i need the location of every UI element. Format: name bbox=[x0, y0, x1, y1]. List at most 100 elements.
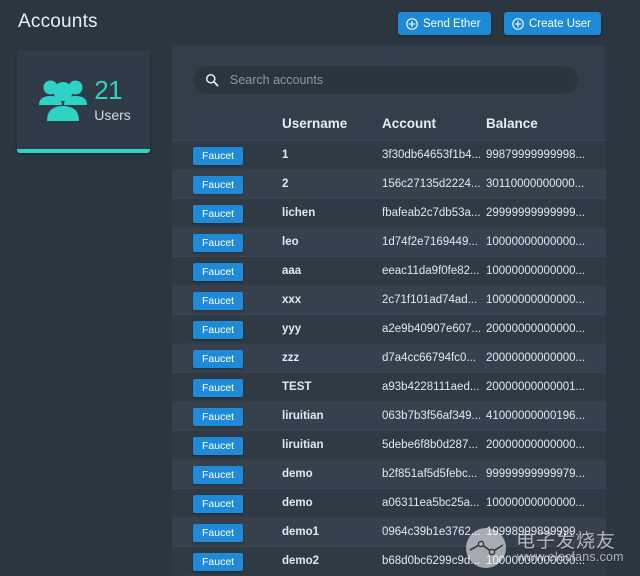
accounts-table: Username Account Balance Faucet 1 3f30db64… bbox=[172, 107, 606, 576]
table-row[interactable]: Faucet demo2 b68d0bc6299c9d... 100000000000… bbox=[172, 547, 606, 576]
cell-balance: 30110000000000... bbox=[486, 178, 585, 190]
cell-account: a06311ea5bc25a... bbox=[382, 497, 480, 509]
cell-username: demo bbox=[282, 497, 313, 509]
cell-username: 1 bbox=[282, 149, 289, 161]
faucet-button[interactable]: Faucet bbox=[193, 407, 244, 426]
users-stat-content: 21 Users bbox=[17, 50, 150, 149]
row-action-cell: Faucet bbox=[193, 407, 282, 426]
create-user-label: Create User bbox=[529, 17, 591, 30]
table-body: Faucet 1 3f30db64653f1b4... 99879999999998.… bbox=[172, 141, 606, 576]
cell-account: 0964c39b1e3762... bbox=[382, 526, 481, 538]
cell-account: fbafeab2c7db53a... bbox=[382, 207, 481, 219]
table-row[interactable]: Faucet leo 1d74f2e7169449... 10000000000000… bbox=[172, 228, 606, 257]
faucet-button[interactable]: Faucet bbox=[193, 262, 244, 281]
faucet-button[interactable]: Faucet bbox=[193, 523, 244, 542]
table-row[interactable]: Faucet lichen fbafeab2c7db53a... 2999999999… bbox=[172, 199, 606, 228]
faucet-button[interactable]: Faucet bbox=[193, 378, 244, 397]
row-action-cell: Faucet bbox=[193, 494, 282, 513]
search-input[interactable] bbox=[228, 72, 566, 88]
faucet-button[interactable]: Faucet bbox=[193, 291, 244, 310]
accounts-panel: Username Account Balance Faucet 1 3f30db64… bbox=[172, 45, 606, 576]
row-action-cell: Faucet bbox=[193, 465, 282, 484]
faucet-button[interactable]: Faucet bbox=[193, 233, 244, 252]
faucet-button[interactable]: Faucet bbox=[193, 494, 244, 513]
row-action-cell: Faucet bbox=[193, 349, 282, 368]
cell-balance: 10000000000000... bbox=[486, 294, 586, 306]
row-action-cell: Faucet bbox=[193, 262, 282, 281]
cell-balance: 10000000000000... bbox=[486, 555, 586, 567]
table-row[interactable]: Faucet zzz d7a4cc66794fc0... 20000000000000… bbox=[172, 344, 606, 373]
table-row[interactable]: Faucet demo1 0964c39b1e3762... 199989998999… bbox=[172, 518, 606, 547]
page-title: Accounts bbox=[18, 11, 98, 32]
row-action-cell: Faucet bbox=[193, 291, 282, 310]
row-action-cell: Faucet bbox=[193, 175, 282, 194]
send-ether-button[interactable]: Send Ether bbox=[398, 12, 491, 35]
cell-account: 1d74f2e7169449... bbox=[382, 236, 478, 248]
cell-balance: 20000000000000... bbox=[486, 352, 586, 364]
top-bar: Accounts Send Ether Create User bbox=[0, 0, 640, 42]
cell-balance: 20000000000000... bbox=[486, 439, 586, 451]
cell-account: b68d0bc6299c9d... bbox=[382, 555, 480, 567]
cell-username: TEST bbox=[282, 381, 312, 393]
faucet-button[interactable]: Faucet bbox=[193, 552, 244, 571]
faucet-button[interactable]: Faucet bbox=[193, 320, 244, 339]
cell-account: d7a4cc66794fc0... bbox=[382, 352, 476, 364]
row-action-cell: Faucet bbox=[193, 378, 282, 397]
cell-username: demo2 bbox=[282, 555, 320, 567]
cell-username: liruitian bbox=[282, 439, 324, 451]
create-user-button[interactable]: Create User bbox=[504, 12, 601, 35]
row-action-cell: Faucet bbox=[193, 320, 282, 339]
users-stat-text: 21 Users bbox=[94, 77, 131, 122]
faucet-button[interactable]: Faucet bbox=[193, 349, 244, 368]
column-header-account: Account bbox=[382, 116, 436, 131]
faucet-button[interactable]: Faucet bbox=[193, 146, 244, 165]
cell-balance: 99999999999979... bbox=[486, 468, 586, 480]
cell-username: 2 bbox=[282, 178, 289, 190]
users-count: 21 bbox=[94, 75, 123, 105]
faucet-button[interactable]: Faucet bbox=[193, 436, 244, 455]
cell-username: liruitian bbox=[282, 410, 324, 422]
table-row[interactable]: Faucet 2 156c27135d2224... 30110000000000..… bbox=[172, 170, 606, 199]
faucet-button[interactable]: Faucet bbox=[193, 465, 244, 484]
column-header-balance: Balance bbox=[486, 116, 538, 131]
cell-balance: 10000000000000... bbox=[486, 236, 586, 248]
table-row[interactable]: Faucet TEST a93b4228111aed... 2000000000000… bbox=[172, 373, 606, 402]
cell-account: 156c27135d2224... bbox=[382, 178, 481, 190]
search-icon bbox=[205, 73, 219, 87]
cell-account: eeac11da9f0fe82... bbox=[382, 265, 480, 277]
faucet-button[interactable]: Faucet bbox=[193, 204, 244, 223]
cell-balance: 10000000000000... bbox=[486, 265, 586, 277]
users-stat-card[interactable]: 21 Users bbox=[17, 50, 150, 153]
plus-circle-icon bbox=[512, 17, 524, 30]
table-row[interactable]: Faucet xxx 2c71f101ad74ad... 10000000000000… bbox=[172, 286, 606, 315]
table-header-row: Username Account Balance bbox=[172, 107, 606, 141]
table-row[interactable]: Faucet liruitian 5debe6f8b0d287... 20000000… bbox=[172, 431, 606, 460]
table-row[interactable]: Faucet yyy a2e9b40907e607... 20000000000000… bbox=[172, 315, 606, 344]
users-group-icon bbox=[36, 76, 90, 124]
faucet-button[interactable]: Faucet bbox=[193, 175, 244, 194]
row-action-cell: Faucet bbox=[193, 436, 282, 455]
row-action-cell: Faucet bbox=[193, 146, 282, 165]
table-row[interactable]: Faucet demo b2f851af5d5febc... 999999999999… bbox=[172, 460, 606, 489]
users-label: Users bbox=[94, 107, 131, 123]
cell-account: a93b4228111aed... bbox=[382, 381, 480, 393]
cell-username: zzz bbox=[282, 352, 300, 364]
table-row[interactable]: Faucet aaa eeac11da9f0fe82... 1000000000000… bbox=[172, 257, 606, 286]
cell-username: yyy bbox=[282, 323, 302, 335]
row-action-cell: Faucet bbox=[193, 204, 282, 223]
cell-username: leo bbox=[282, 236, 299, 248]
table-row[interactable]: Faucet 1 3f30db64653f1b4... 99879999999998.… bbox=[172, 141, 606, 170]
cell-balance: 20000000000001... bbox=[486, 381, 586, 393]
cell-balance: 10000000000000... bbox=[486, 497, 586, 509]
table-row[interactable]: Faucet liruitian 063b7b3f56af349... 4100000… bbox=[172, 402, 606, 431]
plus-circle-icon bbox=[406, 17, 418, 30]
cell-account: b2f851af5d5febc... bbox=[382, 468, 478, 480]
cell-account: 5debe6f8b0d287... bbox=[382, 439, 478, 451]
cell-account: 063b7b3f56af349... bbox=[382, 410, 482, 422]
table-row[interactable]: Faucet demo a06311ea5bc25a... 1000000000000… bbox=[172, 489, 606, 518]
search-bar[interactable] bbox=[193, 66, 578, 94]
row-action-cell: Faucet bbox=[193, 233, 282, 252]
cell-balance: 29999999999999... bbox=[486, 207, 586, 219]
cell-account: 3f30db64653f1b4... bbox=[382, 149, 482, 161]
column-header-username: Username bbox=[282, 116, 348, 131]
